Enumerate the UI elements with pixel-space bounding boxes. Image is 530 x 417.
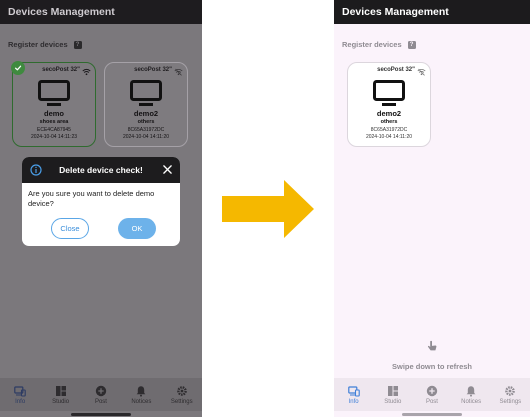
monitor-icon	[373, 80, 405, 106]
device-name: demo2	[133, 109, 159, 118]
nav-label: Settings	[499, 398, 522, 405]
ok-button[interactable]: OK	[118, 218, 156, 239]
nav-item-notices[interactable]: Notices	[123, 385, 159, 405]
device-model: secoPost 32"	[42, 67, 80, 73]
device-model: secoPost 32"	[134, 67, 172, 73]
section-label: Register devices	[8, 40, 68, 49]
device-group: shoes area	[39, 119, 69, 125]
wifi-off-icon	[174, 68, 183, 76]
section-header: Register devices ?	[342, 40, 416, 49]
bell-icon	[136, 385, 146, 397]
help-icon[interactable]: ?	[407, 40, 416, 49]
device-card-demo2[interactable]: secoPost 32" demo2 others 8C65A31972DC 2…	[347, 62, 431, 147]
nav-item-settings[interactable]: Settings	[492, 385, 528, 405]
phone-after: Devices Management Register devices ? se…	[334, 0, 530, 417]
close-button[interactable]: Close	[51, 218, 89, 239]
devices-icon	[347, 385, 360, 397]
monitor-icon	[130, 80, 162, 106]
gear-icon	[176, 385, 187, 396]
add-circle-icon	[426, 385, 438, 396]
device-group: others	[380, 119, 398, 125]
devices-icon	[14, 385, 26, 397]
nav-label: Studio	[384, 398, 402, 405]
gesture-bar[interactable]	[402, 413, 462, 416]
bottom-nav: Info Studio Post Notices Settings	[0, 378, 202, 411]
device-time: 2024-10-04 14:11:20	[365, 134, 413, 140]
info-icon	[30, 164, 42, 176]
add-circle-icon	[95, 385, 107, 396]
nav-label: Notices	[461, 398, 482, 405]
gesture-bar[interactable]	[71, 413, 131, 416]
device-model: secoPost 32"	[377, 67, 415, 73]
check-icon	[11, 61, 25, 75]
arrow-right-icon	[222, 180, 314, 238]
device-time: 2024-10-04 14:11:20	[122, 134, 170, 140]
dialog-message: Are you sure you want to delete demo dev…	[28, 189, 155, 208]
device-group: others	[137, 119, 155, 125]
nav-label: Post	[425, 398, 438, 405]
device-time: 2024-10-04 14:11:23	[30, 134, 78, 140]
bell-icon	[466, 385, 476, 397]
section-label: Register devices	[342, 40, 402, 49]
page-title: Devices Management	[342, 6, 449, 18]
gear-icon	[505, 385, 516, 396]
nav-item-settings[interactable]: Settings	[164, 385, 200, 405]
device-name: demo	[43, 109, 64, 118]
nav-item-studio[interactable]: Studio	[375, 385, 411, 405]
phone-before: Devices Management Register devices ? se…	[0, 0, 202, 417]
delete-confirm-dialog: Delete device check! Are you sure you wa…	[22, 157, 180, 246]
screenshot-stage: Devices Management Register devices ? se…	[0, 0, 530, 417]
nav-label: Notices	[131, 398, 152, 405]
dialog-title: Delete device check!	[59, 165, 143, 175]
nav-item-studio[interactable]: Studio	[43, 385, 79, 405]
nav-item-info[interactable]: Info	[336, 385, 372, 405]
device-card-demo2[interactable]: secoPost 32" demo2 others 8C65A31972DC 2…	[104, 62, 188, 147]
nav-item-post[interactable]: Post	[83, 385, 119, 405]
device-card-demo[interactable]: secoPost 32" demo shoes area ECE4CA87945…	[11, 61, 96, 147]
device-mac: 8C65A31972DC	[127, 127, 165, 133]
dialog-header: Delete device check!	[22, 157, 180, 183]
nav-label: Info	[15, 398, 26, 405]
dashboard-icon	[55, 385, 66, 396]
refresh-hint-text: Swipe down to refresh	[391, 362, 472, 371]
nav-label: Settings	[170, 398, 193, 405]
device-mac: ECE4CA87945	[37, 127, 71, 133]
device-name: demo2	[376, 109, 402, 118]
nav-label: Post	[94, 398, 107, 405]
nav-item-info[interactable]: Info	[2, 385, 38, 405]
monitor-icon	[38, 80, 70, 106]
app-header: Devices Management	[0, 0, 202, 24]
page-title: Devices Management	[8, 6, 115, 18]
nav-item-notices[interactable]: Notices	[453, 385, 489, 405]
wifi-icon	[82, 68, 91, 76]
swipe-hand-icon	[427, 340, 437, 351]
dashboard-icon	[387, 385, 398, 396]
wifi-off-icon	[417, 68, 426, 76]
section-header: Register devices ?	[8, 40, 82, 49]
refresh-hint: Swipe down to refresh	[334, 340, 530, 374]
nav-label: Info	[348, 398, 359, 405]
nav-label: Studio	[52, 398, 70, 405]
nav-item-post[interactable]: Post	[414, 385, 450, 405]
bottom-nav: Info Studio Post Notices Settings	[334, 378, 530, 411]
device-mac: 8C65A31972DC	[370, 127, 408, 133]
help-icon[interactable]: ?	[73, 40, 82, 49]
close-icon[interactable]	[163, 165, 172, 174]
app-header: Devices Management	[334, 0, 530, 24]
